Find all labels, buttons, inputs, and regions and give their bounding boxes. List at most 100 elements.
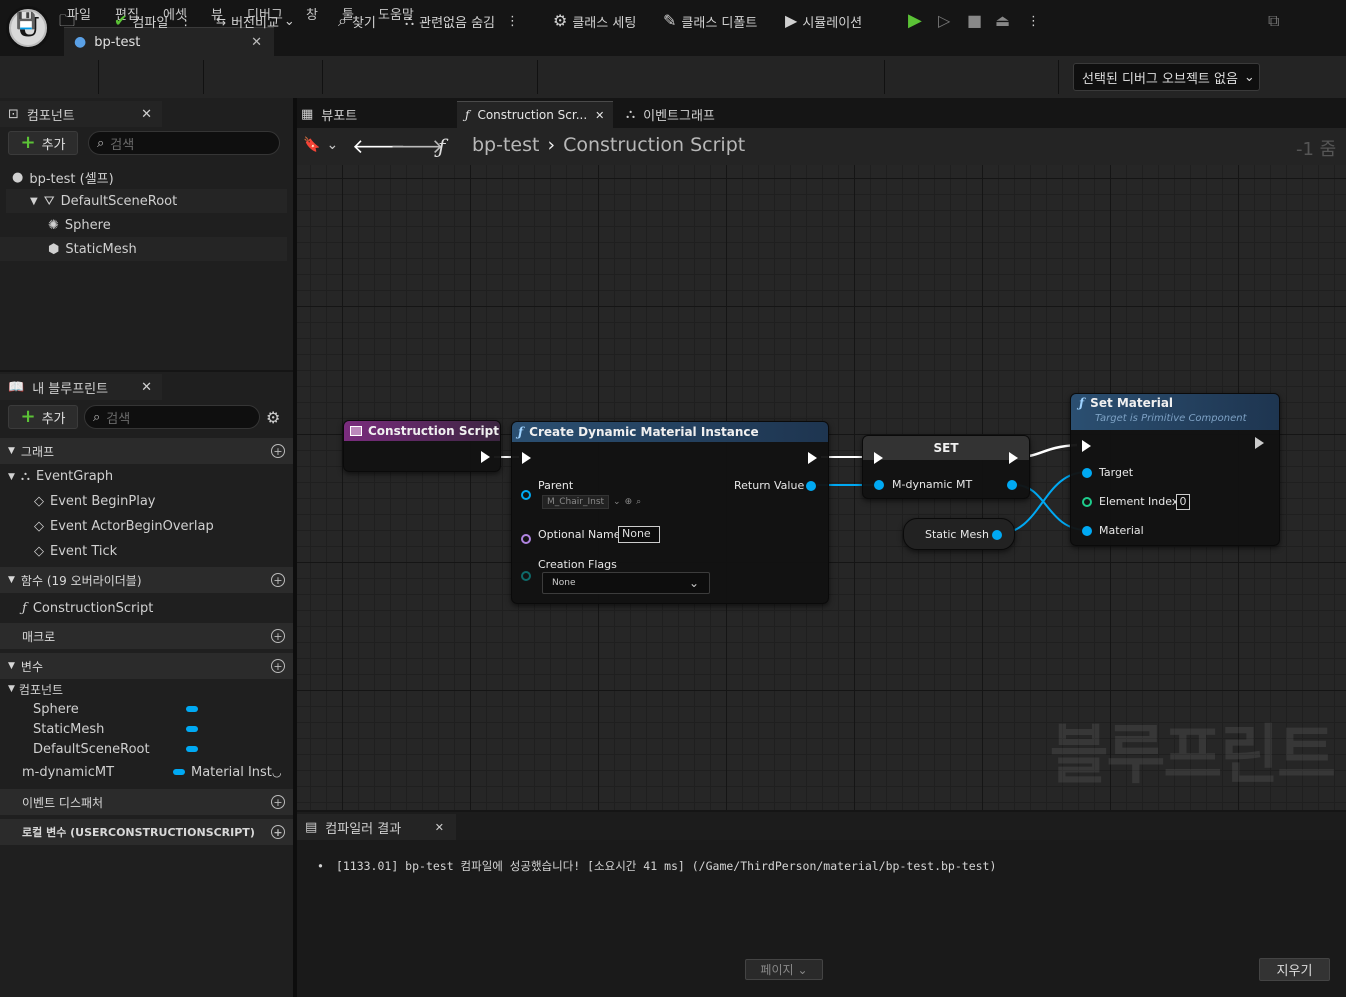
graph-canvas[interactable]: Construction Script ƒ Create Dynamic Mat… [297, 165, 1346, 810]
play-button[interactable]: ▶ [908, 8, 922, 34]
tab-event-graph[interactable]: ⛬ 이벤트그래프 [626, 104, 715, 124]
toolbar-divider [98, 60, 99, 94]
component-root[interactable]: ● bp-test (셀프) [0, 165, 293, 189]
step-button[interactable]: ▷ [938, 8, 950, 34]
components-search-input[interactable]: ⌕ 검색 [88, 131, 280, 155]
variable-item[interactable]: StaticMesh [0, 719, 293, 739]
browse-asset-icon[interactable]: ⌕ [636, 497, 641, 507]
optional-name-input[interactable]: None [618, 526, 660, 543]
component-item-defaultsceneroot[interactable]: ▼ ⛛ DefaultSceneRoot [6, 189, 287, 213]
eject-button[interactable]: ⏏ [995, 8, 1010, 34]
parent-pin-icon[interactable] [521, 490, 531, 500]
local-variables-section-header[interactable]: 로컬 변수 (USERCONSTRUCTIONSCRIPT) + [0, 819, 293, 845]
compiler-results-tab[interactable]: ▤ 컴파일러 결과 ✕ [297, 814, 456, 840]
find-button[interactable]: ⌕ 찾기 [338, 8, 376, 34]
variable-item-m-dynamicmt[interactable]: m-dynamicMT Material Inst ◡ [0, 759, 293, 785]
add-function-icon[interactable]: + [271, 573, 285, 587]
function-item-constructionscript[interactable]: ƒ ConstructionScript [0, 593, 293, 623]
event-graph-item[interactable]: ▼ ⛬ EventGraph [0, 464, 293, 489]
element-index-input[interactable]: 0 [1176, 494, 1190, 510]
event-item[interactable]: ◇ Event Tick [0, 539, 293, 564]
exec-out-pin-icon[interactable] [808, 452, 817, 464]
add-variable-icon[interactable]: + [271, 659, 285, 673]
bookmark-button[interactable]: 🔖 ⌄ [303, 137, 338, 153]
exec-out-pin-icon[interactable] [1009, 452, 1018, 464]
breadcrumb-root[interactable]: bp-test [472, 134, 539, 156]
functions-section-header[interactable]: ▼ 함수 (19 오버라이더블) + [0, 567, 293, 593]
return-value-pin-icon[interactable] [806, 481, 816, 491]
debug-object-select[interactable]: 선택된 디버그 오브젝트 없음 ⌄ [1073, 63, 1260, 91]
browse-button[interactable]: 🗀 [59, 8, 75, 34]
class-settings-button[interactable]: ⚙ 클래스 세팅 [553, 8, 636, 34]
expand-arrow-icon: ▼ [8, 471, 15, 482]
use-selected-icon[interactable]: ⊕ [625, 497, 633, 507]
set-output-pin-icon[interactable] [1007, 480, 1017, 490]
more-options-icon[interactable]: ⋮ [506, 14, 519, 29]
menu-window[interactable]: 창 [306, 4, 318, 23]
event-item[interactable]: ◇ Event ActorBeginOverlap [0, 514, 293, 539]
variables-section-header[interactable]: ▼ 변수 + [0, 653, 293, 679]
exec-out-pin-icon[interactable] [1255, 437, 1264, 449]
compile-button[interactable]: ✔ 컴파일 ⋮ [114, 8, 192, 34]
dispatchers-section-header[interactable]: 이벤트 디스패처 + [0, 789, 293, 815]
graphs-section-header[interactable]: ▼ 그래프 + [0, 438, 293, 464]
simulation-button[interactable]: ▶ 시뮬레이션 [785, 8, 862, 34]
my-blueprint-search-input[interactable]: ⌕ 검색 [84, 405, 260, 429]
components-tab[interactable]: ⊡ 컴포넌트 ✕ [0, 101, 162, 127]
element-index-pin-icon[interactable] [1082, 497, 1092, 507]
close-tab-icon[interactable]: ✕ [251, 35, 262, 50]
target-pin-icon[interactable] [1082, 468, 1092, 478]
add-dispatcher-icon[interactable]: + [271, 795, 285, 809]
variable-item[interactable]: Sphere [0, 699, 293, 719]
close-tab-icon[interactable]: ✕ [141, 107, 152, 122]
clear-button[interactable]: 지우기 [1259, 958, 1330, 981]
play-options-button[interactable]: ⋮ [1027, 8, 1040, 34]
node-construction-script[interactable]: Construction Script [343, 420, 501, 472]
parent-asset-select[interactable]: M_Chair_Inst ⌄ ⊕ ⌕ [542, 493, 641, 511]
creation-flags-pin-icon[interactable] [521, 571, 531, 581]
save-button[interactable]: 💾 [16, 8, 36, 34]
my-blueprint-tab[interactable]: 📖 내 블루프린트 ✕ [0, 374, 162, 400]
gear-icon[interactable]: ⚙ [266, 408, 280, 427]
component-item-sphere[interactable]: ✺ Sphere [0, 213, 293, 237]
close-tab-icon[interactable]: ✕ [141, 380, 152, 395]
event-item[interactable]: ◇ Event BeginPlay [0, 489, 293, 514]
exec-in-pin-icon[interactable] [874, 452, 883, 464]
hide-unrelated-button[interactable]: ⛬ 관련없음 숨김 ⋮ [405, 8, 519, 34]
exec-out-pin-icon[interactable] [481, 451, 490, 463]
variable-type-label[interactable]: Material Inst [191, 765, 272, 780]
node-set-variable[interactable]: SET M-dynamic MT [862, 435, 1030, 499]
material-pin-icon[interactable] [1082, 526, 1092, 536]
variable-item[interactable]: DefaultSceneRoot [0, 739, 293, 759]
close-tab-icon[interactable]: ✕ [595, 109, 604, 122]
more-options-icon[interactable]: ⋮ [179, 14, 192, 29]
tab-viewport[interactable]: ▦ 뷰포트 [301, 104, 357, 124]
node-get-static-mesh[interactable]: Static Mesh [903, 518, 1015, 550]
class-defaults-button[interactable]: ✎ 클래스 디폴트 [663, 8, 757, 34]
exec-in-pin-icon[interactable] [522, 452, 531, 464]
node-set-material[interactable]: ƒ Set Material Target is Primitive Compo… [1070, 393, 1280, 546]
add-local-variable-icon[interactable]: + [271, 825, 285, 839]
stop-button[interactable]: ■ [967, 8, 982, 34]
static-mesh-output-pin-icon[interactable] [992, 530, 1002, 540]
close-tab-icon[interactable]: ✕ [435, 821, 444, 834]
optional-name-pin-icon[interactable] [521, 534, 531, 544]
add-graph-icon[interactable]: + [271, 444, 285, 458]
debug-filter-button[interactable]: ⧉ [1268, 8, 1279, 34]
tab-construction-script[interactable]: ƒ Construction Scr... ✕ [457, 101, 613, 128]
component-item-staticmesh[interactable]: ⬢ StaticMesh [0, 237, 287, 261]
add-macro-icon[interactable]: + [271, 629, 285, 643]
add-member-button[interactable]: + 추가 [8, 405, 78, 429]
add-component-button[interactable]: + 추가 [8, 131, 78, 155]
chevron-down-icon: ⌄ [613, 497, 621, 507]
node-create-dynamic-material-instance[interactable]: ƒ Create Dynamic Material Instance Paren… [511, 421, 829, 604]
macros-section-header[interactable]: 매크로 + [0, 623, 293, 649]
diff-button[interactable]: ⇆ 버전비교 ⌄ [216, 8, 295, 34]
creation-flags-select[interactable]: None ⌄ [542, 572, 710, 594]
set-input-pin-icon[interactable] [874, 480, 884, 490]
components-category[interactable]: ▼ 컴포넌트 [0, 679, 293, 699]
exec-in-pin-icon[interactable] [1082, 440, 1091, 452]
visibility-eye-icon[interactable]: ◡ [272, 766, 282, 779]
page-select[interactable]: 페이지 ⌄ [745, 959, 823, 980]
forward-arrow-icon[interactable]: 🡒 [390, 134, 444, 158]
